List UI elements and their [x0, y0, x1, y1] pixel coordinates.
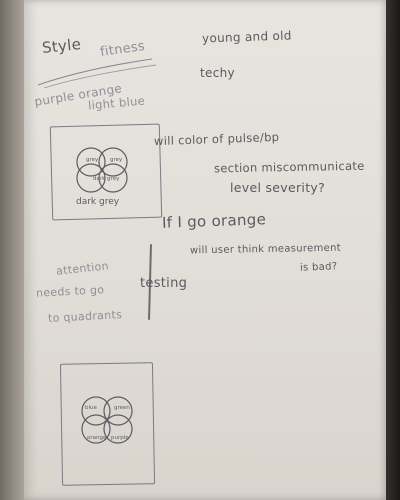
note-question-1-line-3: level severity? — [230, 180, 326, 195]
note-question-2-line-3: is bad? — [299, 261, 338, 274]
note-attention-line-2: needs to go — [35, 283, 105, 300]
note-question-2-line-1: If I go orange — [161, 210, 267, 232]
sketch-1-label: grey — [110, 157, 123, 163]
sketch-1-caption: dark grey — [76, 197, 120, 207]
note-attention-line-1: attention — [55, 259, 110, 278]
note-attention-line-3: to quadrants — [47, 308, 123, 325]
note-young-old: young and old — [201, 28, 292, 46]
sketch-2-label: blue — [85, 405, 98, 411]
note-question-2-line-2: will user think measurement — [189, 242, 341, 257]
note-testing: testing — [140, 276, 188, 291]
sketch-2-label: purple — [111, 435, 129, 441]
sketch-2-venn: blue green orange purple — [81, 396, 133, 444]
sketch-1-venn: grey grey dark grey dark grey — [76, 147, 128, 207]
note-techy: techy — [200, 66, 235, 80]
sketch-2-label: green — [114, 405, 130, 411]
note-question-1-line-2: section miscommunicate — [213, 158, 365, 176]
sketch-2-label: orange — [87, 435, 107, 441]
notebook-page: Style fitness young and old techy purple… — [24, 0, 386, 500]
note-question-1-line-1: will color of pulse/bp — [153, 129, 280, 149]
sketch-1-label: grey — [86, 157, 99, 163]
note-style: Style — [41, 35, 83, 57]
sketch-1-label: dark grey — [93, 176, 120, 182]
